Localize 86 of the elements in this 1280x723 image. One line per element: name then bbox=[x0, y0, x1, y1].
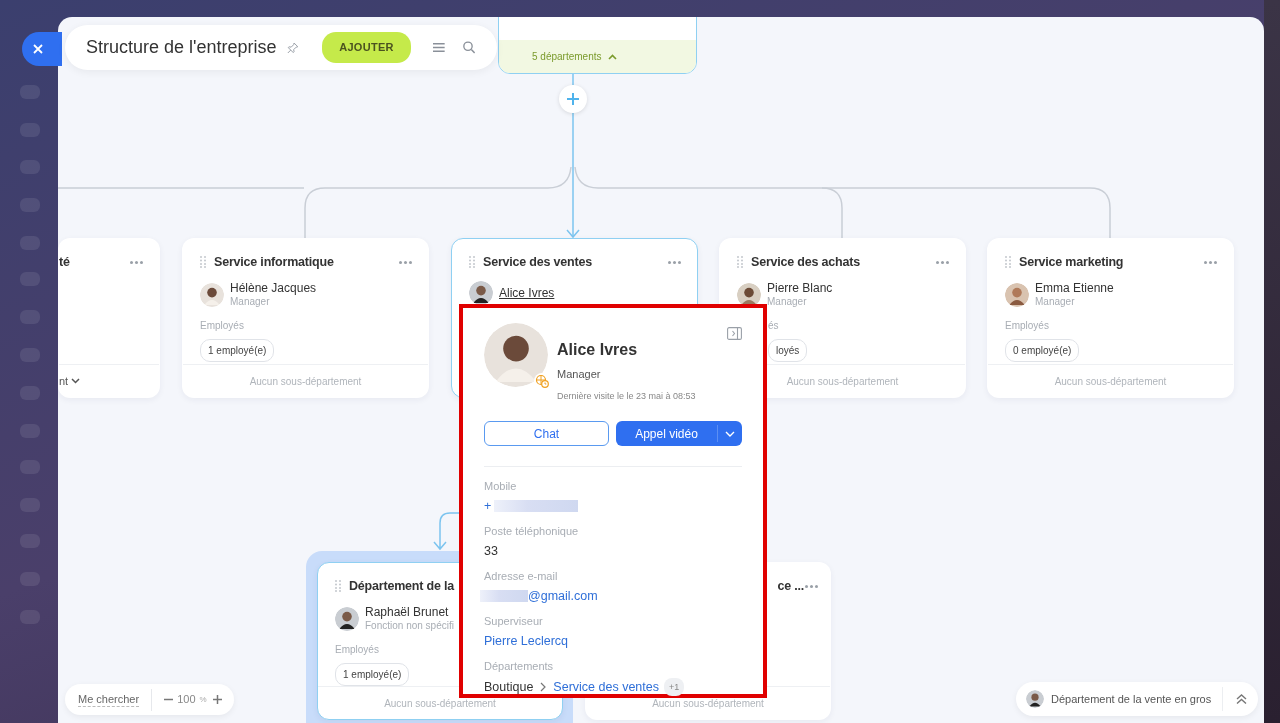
field-value: 33 bbox=[484, 543, 498, 559]
collapse-panel-icon[interactable] bbox=[727, 327, 742, 340]
field-label: Départements bbox=[484, 660, 555, 673]
timezone-icon bbox=[534, 373, 550, 389]
field-label: Superviseur bbox=[484, 615, 544, 628]
no-subdepartment-text: Aucun sous-département bbox=[1054, 374, 1167, 389]
employees-count[interactable]: 0 employé(e) bbox=[1005, 339, 1080, 362]
department-title: té bbox=[59, 253, 70, 271]
last-visit-text: Dernière visite le le 23 mai à 08:53 bbox=[557, 389, 696, 403]
caret-up-icon[interactable] bbox=[607, 53, 617, 60]
menu-icon[interactable] bbox=[432, 42, 445, 53]
field-label: Poste téléphonique bbox=[484, 525, 580, 538]
chat-button[interactable]: Chat bbox=[484, 421, 609, 446]
department-card[interactable]: té nt bbox=[58, 238, 160, 398]
redacted-block bbox=[480, 590, 528, 602]
add-button[interactable] bbox=[559, 85, 587, 113]
employees-count[interactable]: loyés bbox=[768, 339, 808, 362]
no-subdepartment-text: Aucun sous-département bbox=[786, 374, 899, 389]
person-name[interactable]: Alice Ivres bbox=[499, 286, 555, 300]
find-me-button[interactable]: Me chercher bbox=[78, 692, 140, 707]
current-department-name: Département de la vente en gros bbox=[1051, 691, 1212, 707]
field-label: Adresse e-mail bbox=[484, 570, 559, 583]
page-title: Structure de l'entreprise bbox=[86, 36, 277, 59]
drag-handle-icon[interactable] bbox=[335, 580, 341, 592]
employees-label: és bbox=[768, 319, 779, 333]
phone-value[interactable]: + bbox=[484, 498, 492, 514]
close-icon[interactable] bbox=[33, 44, 43, 54]
employees-label: Employés bbox=[200, 319, 244, 333]
person-role: Manager bbox=[1035, 295, 1076, 308]
no-subdepartment-text: Aucun sous-département bbox=[652, 696, 764, 711]
more-icon[interactable] bbox=[936, 260, 949, 264]
department-title: Département de la bbox=[349, 577, 454, 595]
department-card[interactable]: Service marketing Emma Etienne Manager Employés 0 employé(e) Aucun sous-département bbox=[987, 238, 1234, 398]
department-title: Service des achats bbox=[751, 253, 860, 271]
avatar bbox=[1005, 282, 1029, 307]
department-parent: Boutique bbox=[484, 679, 534, 695]
avatar bbox=[469, 281, 493, 305]
department-title: Service informatique bbox=[214, 253, 334, 271]
field-label: Mobile bbox=[484, 480, 518, 493]
drag-handle-icon[interactable] bbox=[737, 256, 743, 268]
search-icon[interactable] bbox=[462, 40, 475, 55]
person-name[interactable]: Raphaël Brunet bbox=[365, 605, 454, 619]
employees-count[interactable]: 1 employé(e) bbox=[335, 663, 410, 686]
more-icon[interactable] bbox=[130, 260, 143, 264]
subdepartments-link[interactable]: nt bbox=[59, 372, 69, 390]
employees-label: Employés bbox=[1005, 319, 1049, 333]
chevron-down-icon[interactable] bbox=[71, 378, 81, 384]
department-title: Service marketing bbox=[1019, 253, 1124, 271]
avatar bbox=[484, 323, 548, 387]
subdepartments-count: 5 départements bbox=[532, 50, 602, 64]
avatar bbox=[335, 606, 359, 631]
drag-handle-icon[interactable] bbox=[200, 256, 206, 268]
person-role: Fonction non spécifi bbox=[365, 619, 454, 632]
arrow-connector bbox=[433, 512, 460, 550]
percent-sign: % bbox=[199, 693, 207, 706]
drag-handle-icon[interactable] bbox=[1005, 256, 1011, 268]
zoom-level: 100 bbox=[177, 692, 196, 708]
person-role: Manager bbox=[230, 295, 271, 308]
more-icon[interactable] bbox=[1204, 260, 1217, 264]
avatar bbox=[1026, 690, 1044, 708]
more-icon[interactable] bbox=[805, 584, 818, 588]
no-subdepartment-text: Aucun sous-département bbox=[384, 696, 496, 711]
pin-icon[interactable] bbox=[286, 40, 299, 55]
double-chevron-up-icon[interactable] bbox=[1236, 694, 1248, 704]
person-role: Manager bbox=[767, 295, 808, 308]
employees-count[interactable]: 1 employé(e) bbox=[200, 339, 275, 362]
drag-handle-icon[interactable] bbox=[469, 256, 475, 268]
department-title: Service des ventes bbox=[483, 253, 592, 271]
current-department-bar[interactable]: Département de la vente en gros bbox=[1016, 682, 1258, 716]
department-title: ce ... bbox=[777, 577, 804, 595]
chevron-right-icon bbox=[540, 682, 547, 692]
profile-role: Manager bbox=[557, 367, 602, 382]
person-name[interactable]: Pierre Blanc bbox=[767, 281, 833, 295]
employees-label: Employés bbox=[335, 643, 379, 657]
person-name[interactable]: Emma Etienne bbox=[1035, 281, 1114, 295]
profile-name: Alice Ivres bbox=[557, 340, 639, 360]
plus-icon[interactable] bbox=[567, 93, 579, 105]
person-name[interactable]: Hélène Jacques bbox=[230, 281, 317, 295]
more-icon[interactable] bbox=[399, 260, 412, 264]
avatar bbox=[200, 282, 224, 307]
no-subdepartment-text: Aucun sous-département bbox=[249, 374, 362, 389]
zoom-in-icon[interactable] bbox=[212, 695, 222, 704]
add-button[interactable]: AJOUTER bbox=[322, 32, 411, 63]
department-card[interactable]: Service informatique Hélène Jacques Manager Employés 1 employé(e) Aucun sous-département bbox=[182, 238, 429, 398]
more-icon[interactable] bbox=[668, 260, 681, 264]
close-button[interactable] bbox=[22, 32, 62, 66]
